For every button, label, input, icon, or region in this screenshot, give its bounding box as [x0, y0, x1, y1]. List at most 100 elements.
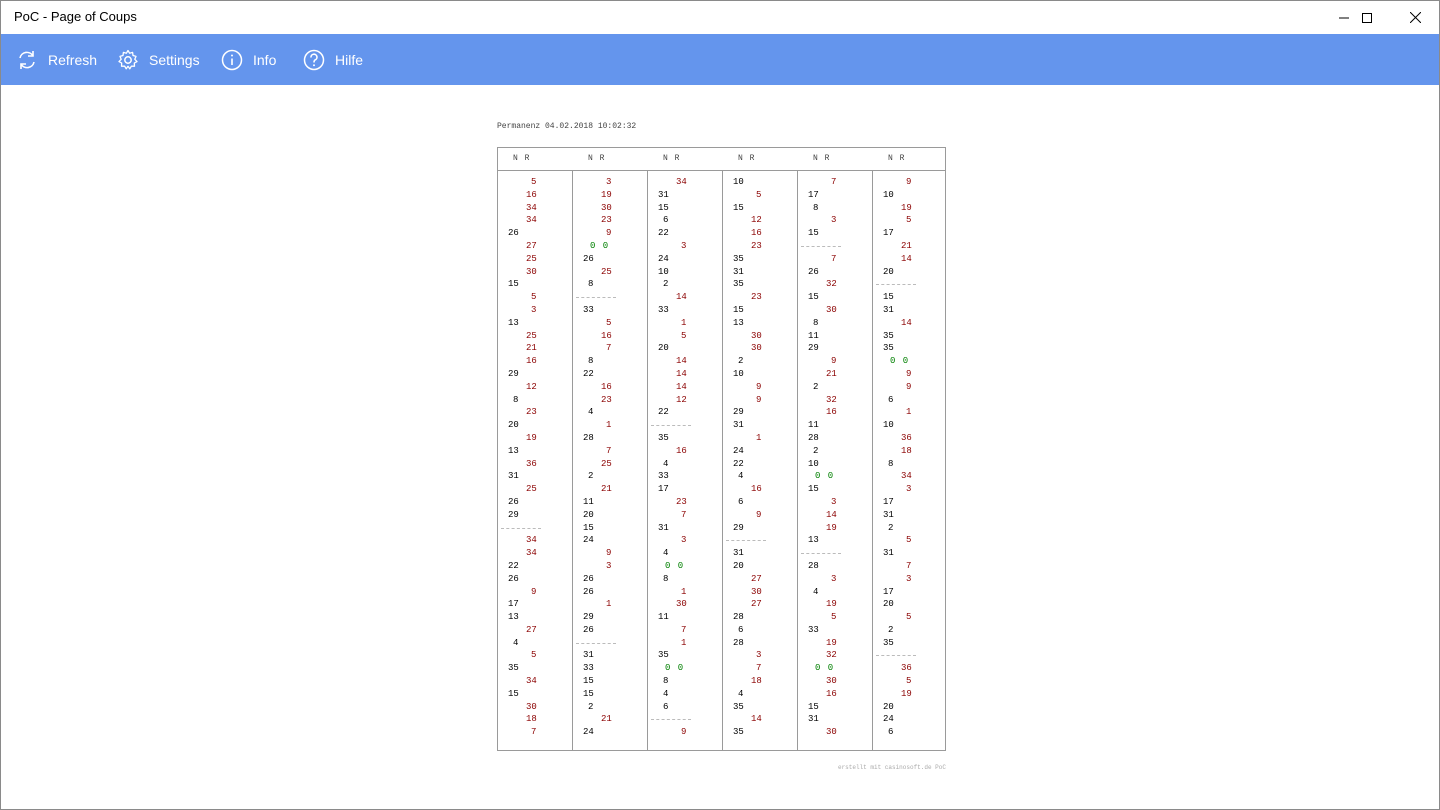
black-number: 31	[733, 420, 744, 431]
red-number: 14	[826, 509, 837, 520]
red-number: 3	[606, 560, 612, 571]
black-number: 2	[588, 471, 594, 482]
black-number: 2	[738, 356, 744, 367]
red-number: 18	[751, 676, 762, 687]
red-number: 23	[601, 215, 612, 226]
red-number: 36	[526, 458, 537, 469]
black-number: 15	[583, 676, 594, 687]
refresh-button[interactable]: Refresh	[16, 34, 97, 85]
black-number: 10	[658, 266, 669, 277]
black-number: 28	[733, 637, 744, 648]
black-number: 2	[813, 445, 819, 456]
close-button[interactable]	[1392, 1, 1438, 34]
red-number: 3	[531, 304, 537, 315]
black-number: 22	[658, 228, 669, 239]
red-number: 16	[601, 330, 612, 341]
black-number: 26	[508, 228, 519, 239]
black-number: 33	[583, 663, 594, 674]
red-number: 18	[526, 714, 537, 725]
black-number: 28	[583, 432, 594, 443]
question-icon	[303, 49, 325, 70]
red-number: 12	[676, 394, 687, 405]
black-number: 8	[513, 394, 519, 405]
black-number: 26	[583, 624, 594, 635]
black-number: 31	[733, 266, 744, 277]
black-number: 20	[883, 599, 894, 610]
dashed-separator	[651, 719, 691, 721]
red-number: 32	[826, 279, 837, 290]
black-number: 2	[588, 701, 594, 712]
red-number: 34	[526, 548, 537, 559]
black-number: 24	[883, 714, 894, 725]
separator-row	[873, 278, 947, 291]
black-number: 22	[658, 407, 669, 418]
black-number: 15	[583, 688, 594, 699]
black-number: 4	[663, 688, 669, 699]
black-number: 4	[588, 407, 594, 418]
red-number: 23	[526, 407, 537, 418]
black-number: 4	[663, 548, 669, 559]
black-number: 6	[888, 727, 894, 738]
app-window: PoC - Page of Coups Refresh Settings Inf…	[0, 0, 1440, 810]
red-number: 14	[676, 356, 687, 367]
red-number: 1	[906, 407, 912, 418]
black-number: 10	[733, 177, 744, 187]
black-number: 17	[883, 228, 894, 239]
red-number: 19	[901, 688, 912, 699]
red-number: 7	[831, 253, 837, 264]
black-number: 28	[808, 560, 819, 571]
red-number: 19	[826, 522, 837, 533]
separator-row	[498, 522, 572, 535]
black-number: 8	[813, 317, 819, 328]
red-number: 30	[676, 599, 687, 610]
black-number: 13	[733, 317, 744, 328]
dashed-separator	[651, 425, 691, 427]
red-number: 9	[906, 381, 912, 392]
help-label: Hilfe	[335, 51, 364, 68]
black-number: 15	[808, 228, 819, 239]
info-button[interactable]: Info	[221, 34, 276, 85]
red-number: 19	[901, 202, 912, 213]
permanenz-column: 3 19 30 23 9 0 0 26 25 8 33 5 16 7 8 22 16 23 4 1 28 7 25 2 21 1…	[573, 176, 647, 739]
black-number: 35	[883, 343, 894, 354]
separator-row	[798, 547, 872, 560]
red-number: 30	[526, 701, 537, 712]
black-number: 22	[583, 368, 594, 379]
black-number: 31	[583, 650, 594, 661]
help-button[interactable]: Hilfe	[303, 34, 363, 85]
red-number: 34	[526, 202, 537, 213]
column-header-nr: N R	[888, 154, 906, 163]
black-number: 26	[508, 573, 519, 584]
red-number: 25	[526, 330, 537, 341]
red-number: 16	[751, 228, 762, 239]
window-title: PoC - Page of Coups	[14, 9, 137, 24]
black-number: 10	[733, 368, 744, 379]
red-number: 9	[756, 381, 762, 392]
black-number: 13	[808, 535, 819, 546]
red-number: 9	[906, 368, 912, 379]
black-number: 29	[583, 612, 594, 623]
dashed-separator	[726, 540, 766, 542]
red-number: 36	[901, 432, 912, 443]
black-number: 29	[508, 368, 519, 379]
black-number: 31	[883, 304, 894, 315]
column-header-nr: N R	[813, 154, 831, 163]
red-number: 23	[751, 240, 762, 251]
black-number: 6	[738, 496, 744, 507]
red-number: 9	[831, 356, 837, 367]
dashed-separator	[801, 553, 841, 555]
red-number: 32	[826, 394, 837, 405]
settings-button[interactable]: Settings	[117, 34, 200, 85]
sheet-footer: erstellt mit casinosoft.de PoC	[837, 764, 946, 771]
red-number: 3	[906, 484, 912, 495]
black-number: 33	[808, 624, 819, 635]
maximize-button[interactable]	[1344, 1, 1390, 34]
permanenz-column: 10 5 15 12 16 23 35 31 35 23 15 13 30 30 2 10 9 9 29 31 1 24 2…	[723, 176, 797, 739]
info-label: Info	[253, 51, 277, 68]
red-number: 23	[601, 394, 612, 405]
black-number: 2	[888, 624, 894, 635]
black-number: 24	[733, 445, 744, 456]
black-number: 26	[583, 586, 594, 597]
black-number: 4	[513, 637, 519, 648]
black-number: 15	[808, 701, 819, 712]
